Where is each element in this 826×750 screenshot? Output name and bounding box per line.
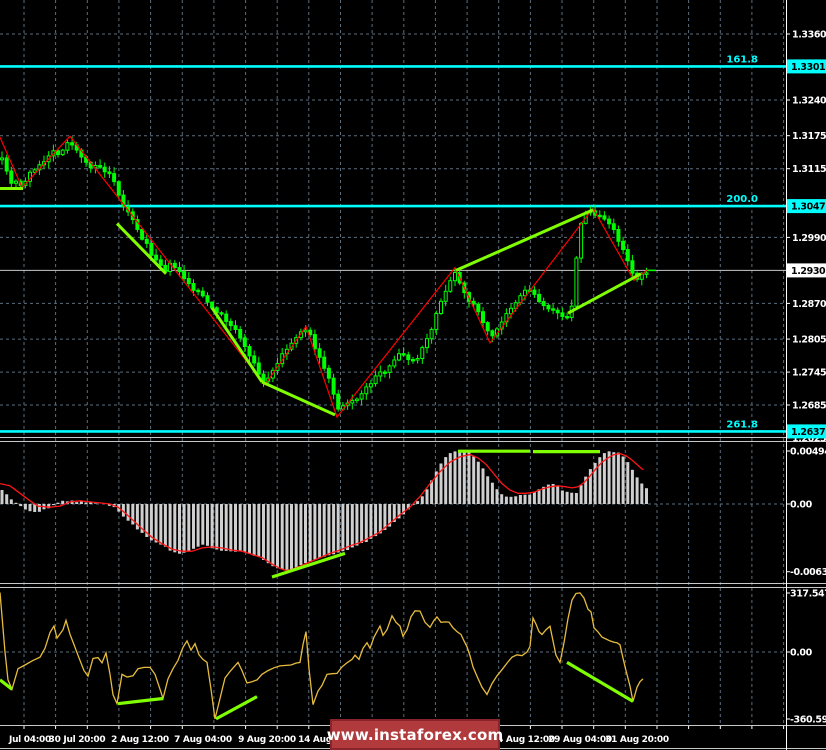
macd-histogram: [1, 451, 649, 570]
svg-text:1.2805: 1.2805: [792, 335, 826, 346]
svg-text:317.5477: 317.5477: [790, 589, 826, 600]
svg-text:1.3047: 1.3047: [791, 202, 825, 213]
fib-level-lines: [0, 66, 786, 431]
svg-text:1.3301: 1.3301: [791, 62, 825, 73]
svg-text:1.2870: 1.2870: [792, 299, 826, 310]
svg-text:1.3115: 1.3115: [792, 164, 826, 175]
svg-text:1.2990: 1.2990: [792, 233, 826, 244]
svg-text:1.3360: 1.3360: [792, 30, 826, 41]
watermark-badge: www.instaforex.com: [330, 719, 500, 750]
svg-text:-360.592: -360.592: [790, 715, 826, 726]
macd-pattern-lines: [272, 451, 600, 577]
svg-text:2 Aug 12:00: 2 Aug 12:00: [111, 735, 169, 745]
zigzag-line: [0, 136, 648, 417]
svg-text:1.2745: 1.2745: [792, 368, 826, 379]
svg-text:1.3175: 1.3175: [792, 131, 826, 142]
price-axis: 1.3360 1.3240 1.3175 1.3115 1.2990 1.2870 1.28…: [726, 30, 826, 726]
svg-text:161.8: 161.8: [726, 54, 758, 65]
svg-text:30 Jul 20:00: 30 Jul 20:00: [49, 735, 106, 745]
svg-text:1.2685: 1.2685: [792, 401, 826, 412]
svg-text:0.00: 0.00: [790, 500, 813, 511]
svg-text:1.2637: 1.2637: [791, 427, 825, 438]
macd-signal-line: [0, 454, 643, 571]
svg-text:0.00494: 0.00494: [790, 447, 826, 458]
cci-pattern-lines: [0, 662, 633, 719]
svg-text:1.2930: 1.2930: [791, 266, 826, 277]
panel-separators: [0, 0, 826, 750]
svg-text:1.3240: 1.3240: [792, 96, 826, 107]
svg-text:261.8: 261.8: [726, 419, 758, 430]
svg-text:-0.00631: -0.00631: [790, 567, 826, 578]
chart-window: 1.3360 1.3240 1.3175 1.3115 1.2990 1.2870 1.28…: [0, 0, 826, 750]
svg-text:0.00: 0.00: [790, 648, 813, 659]
price-chart: 1.3360 1.3240 1.3175 1.3115 1.2990 1.2870 1.28…: [0, 0, 826, 750]
cci-line: [0, 593, 643, 719]
svg-text:Jul 04:00: Jul 04:00: [8, 735, 51, 745]
svg-text:7 Aug 04:00: 7 Aug 04:00: [174, 735, 232, 745]
svg-text:9 Aug 20:00: 9 Aug 20:00: [238, 735, 296, 745]
svg-text:200.0: 200.0: [726, 194, 758, 205]
svg-text:29 Aug 04:00: 29 Aug 04:00: [548, 735, 612, 745]
svg-text:31 Aug 20:00: 31 Aug 20:00: [605, 735, 669, 745]
watermark-text: www.instaforex.com: [327, 726, 504, 744]
candlesticks: [1, 136, 657, 411]
